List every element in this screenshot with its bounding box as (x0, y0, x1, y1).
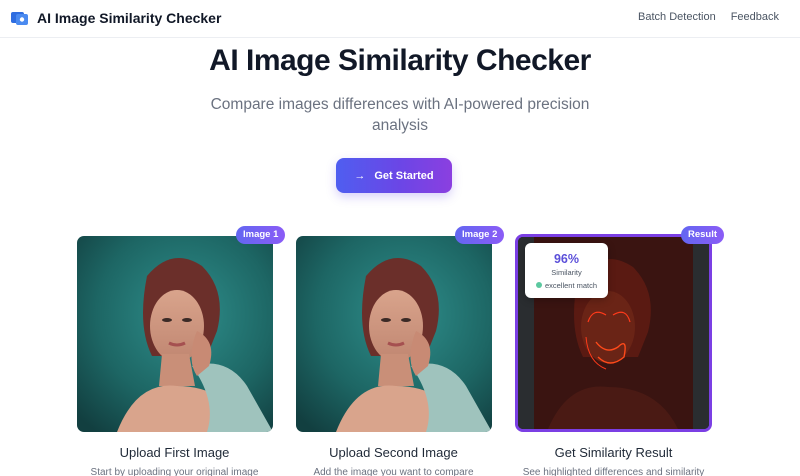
match-status: excellent match (525, 281, 608, 290)
status-dot-icon (535, 282, 542, 288)
similarity-value: 96% (553, 252, 580, 266)
top-nav: Batch Detection Feedback (638, 11, 779, 23)
step-title-upload-first: Upload First Image (119, 445, 230, 460)
first-image-card[interactable] (77, 236, 273, 432)
step-title-result: Get Similarity Result (554, 445, 673, 460)
page-subtitle: Compare images differences with AI-power… (210, 96, 590, 134)
brand-name[interactable]: AI Image Similarity Checker (37, 10, 221, 26)
step-desc-upload-first: Start by uploading your original image (90, 467, 259, 476)
second-image-card[interactable] (296, 236, 492, 432)
step-desc-upload-second: Add the image you want to compare (313, 467, 474, 476)
get-started-label: Get Started (374, 169, 434, 182)
logo-icon (11, 12, 28, 25)
portrait-image-2 (296, 236, 492, 432)
top-header: AI Image Similarity Checker Batch Detect… (0, 0, 800, 38)
step-desc-result: See highlighted differences and similari… (522, 467, 705, 476)
similarity-label: Similarity (551, 268, 582, 277)
step-title-upload-second: Upload Second Image (329, 445, 458, 460)
similarity-score-panel: 96% Similarity excellent match (525, 243, 608, 298)
image-2-badge: Image 2 (455, 226, 505, 244)
nav-batch-detection[interactable]: Batch Detection (638, 11, 716, 23)
page-title: AI Image Similarity Checker (209, 44, 591, 77)
get-started-button[interactable]: → Get Started (336, 158, 452, 193)
match-status-text: excellent match (544, 281, 598, 290)
arrow-right-icon: → (354, 169, 366, 182)
portrait-image-1 (77, 236, 273, 432)
nav-feedback[interactable]: Feedback (731, 11, 779, 23)
image-1-badge: Image 1 (236, 226, 286, 244)
result-badge: Result (681, 226, 725, 244)
